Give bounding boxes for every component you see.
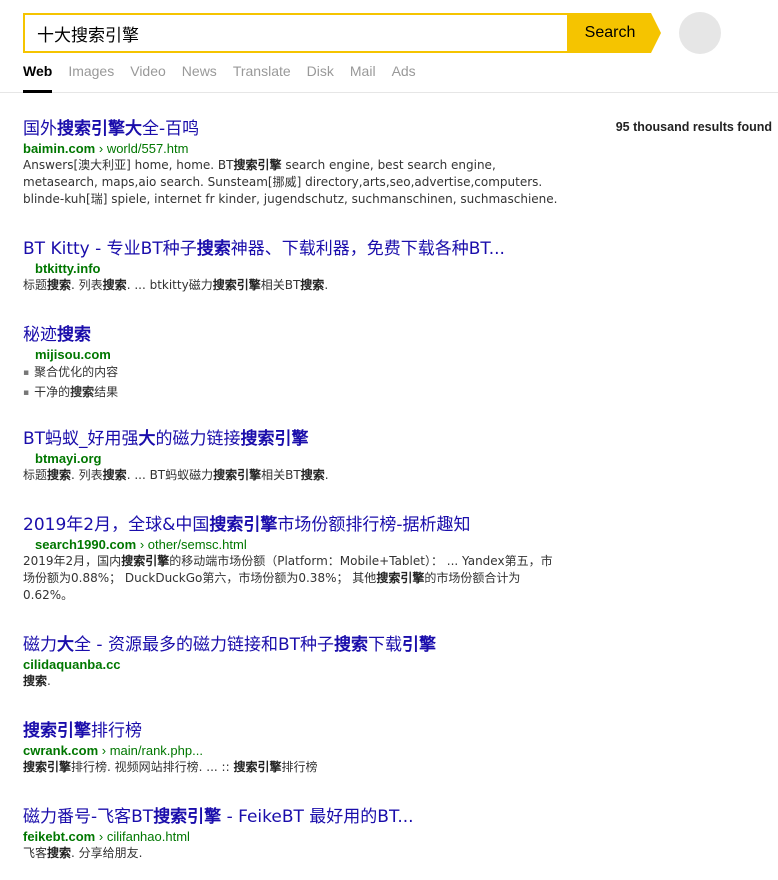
header: Search Web Images Video News Translate D…: [0, 0, 778, 93]
result-bullet: 干净的搜索结果: [23, 383, 563, 403]
result-url[interactable]: btmayi.org: [23, 450, 563, 467]
search-result: 国外搜索引擎大全-百鸣 baimin.com › world/557.htm A…: [23, 118, 563, 208]
result-domain[interactable]: search1990.com: [35, 537, 136, 552]
result-snippet: 标题搜索. 列表搜索. ... BT蚂蚁磁力搜索引擎相关BT搜索.: [23, 468, 329, 482]
result-path[interactable]: › world/557.htm: [99, 141, 189, 156]
result-path[interactable]: › cilifanhao.html: [99, 829, 190, 844]
search-result: 搜索引擎排行榜 cwrank.com › main/rank.php... 搜索…: [23, 720, 563, 776]
tab-mail[interactable]: Mail: [350, 63, 376, 93]
result-domain[interactable]: feikebt.com: [23, 829, 95, 844]
result-bullet: 聚合优化的内容: [23, 363, 563, 383]
search-result: 磁力番号-飞客BT搜索引擎 - FeikeBT 最好用的BT... feikeb…: [23, 806, 563, 862]
search-result: BT蚂蚁_好用强大的磁力链接搜索引擎 btmayi.org 标题搜索. 列表搜索…: [23, 428, 563, 484]
result-snippet: 搜索引擎排行榜. 视频网站排行榜. ... :: 搜索引擎排行榜: [23, 760, 318, 774]
result-domain[interactable]: baimin.com: [23, 141, 95, 156]
result-bullets: 聚合优化的内容 干净的搜索结果: [23, 363, 563, 403]
result-domain[interactable]: mijisou.com: [35, 347, 111, 362]
result-path[interactable]: › other/semsc.html: [140, 537, 247, 552]
result-url[interactable]: cilidaquanba.cc: [23, 656, 563, 673]
result-title-link[interactable]: BT Kitty - 专业BT种子搜索神器、下载利器，免费下载各种BT...: [23, 238, 563, 260]
tab-web[interactable]: Web: [23, 63, 53, 93]
search-box[interactable]: [23, 13, 569, 53]
tab-images[interactable]: Images: [68, 63, 114, 93]
tab-news[interactable]: News: [182, 63, 217, 93]
result-url[interactable]: btkitty.info: [23, 260, 563, 277]
result-domain[interactable]: btkitty.info: [35, 261, 100, 276]
result-snippet: 2019年2月，国内搜索引擎的移动端市场份额（Platform：Mobile+T…: [23, 554, 553, 602]
search-result: 2019年2月，全球&中国搜索引擎市场份额排行榜-据析趣知 search1990…: [23, 514, 563, 604]
tab-translate[interactable]: Translate: [233, 63, 291, 93]
search-result: 磁力大全 - 资源最多的磁力链接和BT种子搜索下载引擎 cilidaquanba…: [23, 634, 563, 690]
result-url[interactable]: mijisou.com: [23, 346, 563, 363]
avatar[interactable]: [679, 12, 721, 54]
result-title-link[interactable]: 2019年2月，全球&中国搜索引擎市场份额排行榜-据析趣知: [23, 514, 563, 536]
result-domain[interactable]: cwrank.com: [23, 743, 98, 758]
search-button-label: Search: [584, 24, 636, 41]
result-domain[interactable]: btmayi.org: [35, 451, 101, 466]
result-title-link[interactable]: BT蚂蚁_好用强大的磁力链接搜索引擎: [23, 428, 563, 450]
result-url[interactable]: search1990.com › other/semsc.html: [23, 536, 563, 553]
search-tabs: Web Images Video News Translate Disk Mai…: [23, 63, 432, 93]
result-title-link[interactable]: 磁力大全 - 资源最多的磁力链接和BT种子搜索下载引擎: [23, 634, 563, 656]
result-title-link[interactable]: 磁力番号-飞客BT搜索引擎 - FeikeBT 最好用的BT...: [23, 806, 563, 828]
result-snippet: Answers[澳大利亚] home, home. BT搜索引擎 search …: [23, 158, 558, 206]
tab-video[interactable]: Video: [130, 63, 166, 93]
search-button[interactable]: Search: [567, 13, 661, 53]
search-result: BT Kitty - 专业BT种子搜索神器、下载利器，免费下载各种BT... b…: [23, 238, 563, 294]
result-domain[interactable]: cilidaquanba.cc: [23, 657, 121, 672]
result-url[interactable]: feikebt.com › cilifanhao.html: [23, 828, 563, 845]
result-url[interactable]: cwrank.com › main/rank.php...: [23, 742, 563, 759]
result-count: 95 thousand results found: [615, 120, 772, 134]
tab-ads[interactable]: Ads: [392, 63, 416, 93]
result-snippet: 搜索.: [23, 674, 51, 688]
tab-disk[interactable]: Disk: [307, 63, 334, 93]
result-snippet: 飞客搜索. 分享给朋友.: [23, 846, 143, 860]
result-url[interactable]: baimin.com › world/557.htm: [23, 140, 563, 157]
result-title-link[interactable]: 秘迹搜索: [23, 324, 563, 346]
result-title-link[interactable]: 国外搜索引擎大全-百鸣: [23, 118, 563, 140]
result-path[interactable]: › main/rank.php...: [102, 743, 203, 758]
result-snippet: 标题搜索. 列表搜索. ... btkitty磁力搜索引擎相关BT搜索.: [23, 278, 329, 292]
search-result: 秘迹搜索 mijisou.com 聚合优化的内容 干净的搜索结果: [23, 324, 563, 403]
search-input[interactable]: [25, 15, 569, 51]
result-title-link[interactable]: 搜索引擎排行榜: [23, 720, 563, 742]
